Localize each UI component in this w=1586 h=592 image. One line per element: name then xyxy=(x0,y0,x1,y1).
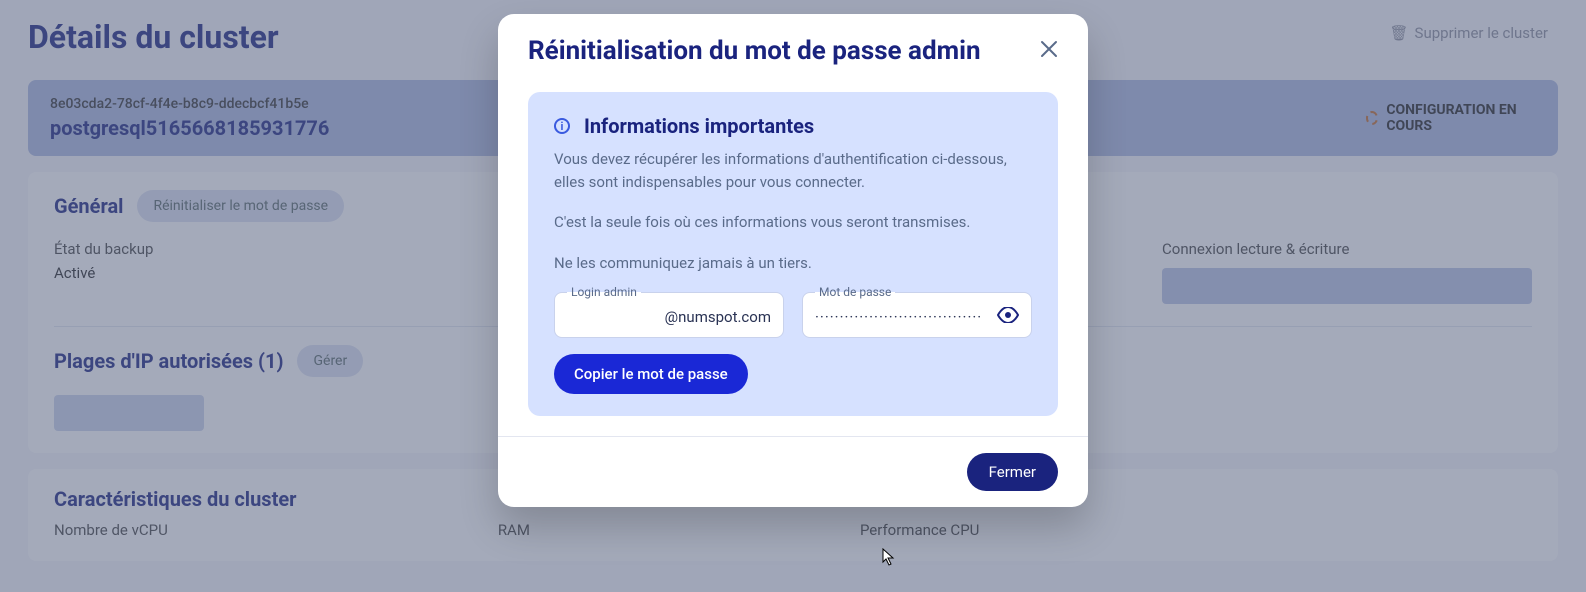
info-box-title: Informations importantes xyxy=(584,114,814,138)
login-label: Login admin xyxy=(567,285,641,299)
password-label: Mot de passe xyxy=(815,285,895,299)
modal-overlay: Réinitialisation du mot de passe admin i… xyxy=(0,0,1586,592)
login-value: @numspot.com xyxy=(567,308,771,326)
info-paragraph-1: Vous devez récupérer les informations d'… xyxy=(554,148,1032,193)
close-button[interactable]: Fermer xyxy=(967,453,1058,491)
info-paragraph-3: Ne les communiquez jamais à un tiers. xyxy=(554,252,1032,275)
password-field: Mot de passe ···························… xyxy=(802,292,1032,338)
eye-icon[interactable] xyxy=(997,307,1019,327)
cursor-icon xyxy=(882,548,896,570)
password-masked-value: ·································· xyxy=(815,308,997,326)
reset-password-modal: Réinitialisation du mot de passe admin i… xyxy=(498,14,1088,507)
info-box: i Informations importantes Vous devez ré… xyxy=(528,92,1058,416)
copy-password-button[interactable]: Copier le mot de passe xyxy=(554,354,748,394)
x-icon xyxy=(1040,40,1058,58)
info-icon: i xyxy=(554,118,570,134)
modal-title: Réinitialisation du mot de passe admin xyxy=(528,36,981,66)
info-paragraph-2: C'est la seule fois où ces informations … xyxy=(554,211,1032,234)
login-field: Login admin @numspot.com xyxy=(554,292,784,338)
close-icon[interactable] xyxy=(1040,39,1058,63)
